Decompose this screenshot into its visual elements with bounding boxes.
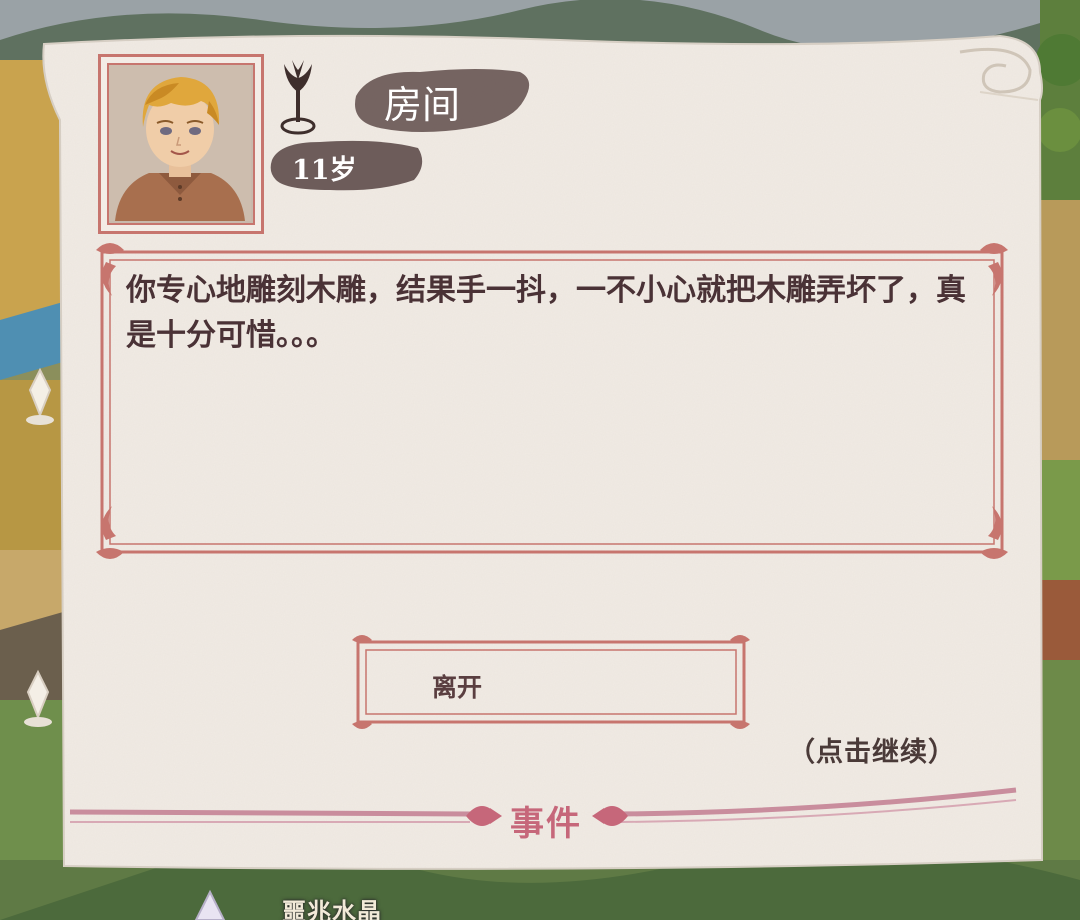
character-portrait <box>107 63 255 225</box>
character-avatar <box>109 65 251 221</box>
event-message: 你专心地雕刻木雕，结果手一抖，一不小心就把木雕弄坏了，真是十分可惜。。。 <box>126 273 966 353</box>
location-title: 房间 <box>384 83 461 127</box>
event-footer-title: 事件 <box>510 804 582 844</box>
event-dialog: 房间 11岁 你专心地雕刻木雕，结果手一抖，一不小心就把木雕弄坏了，真是十分可惜… <box>0 0 1080 920</box>
click-to-continue-hint[interactable]: （点击继续） <box>788 730 956 769</box>
character-age: 11岁 <box>292 155 357 186</box>
character-portrait-frame <box>98 54 264 234</box>
leave-option-label[interactable]: 离开 <box>432 668 482 704</box>
leave-option-button[interactable] <box>352 636 750 728</box>
